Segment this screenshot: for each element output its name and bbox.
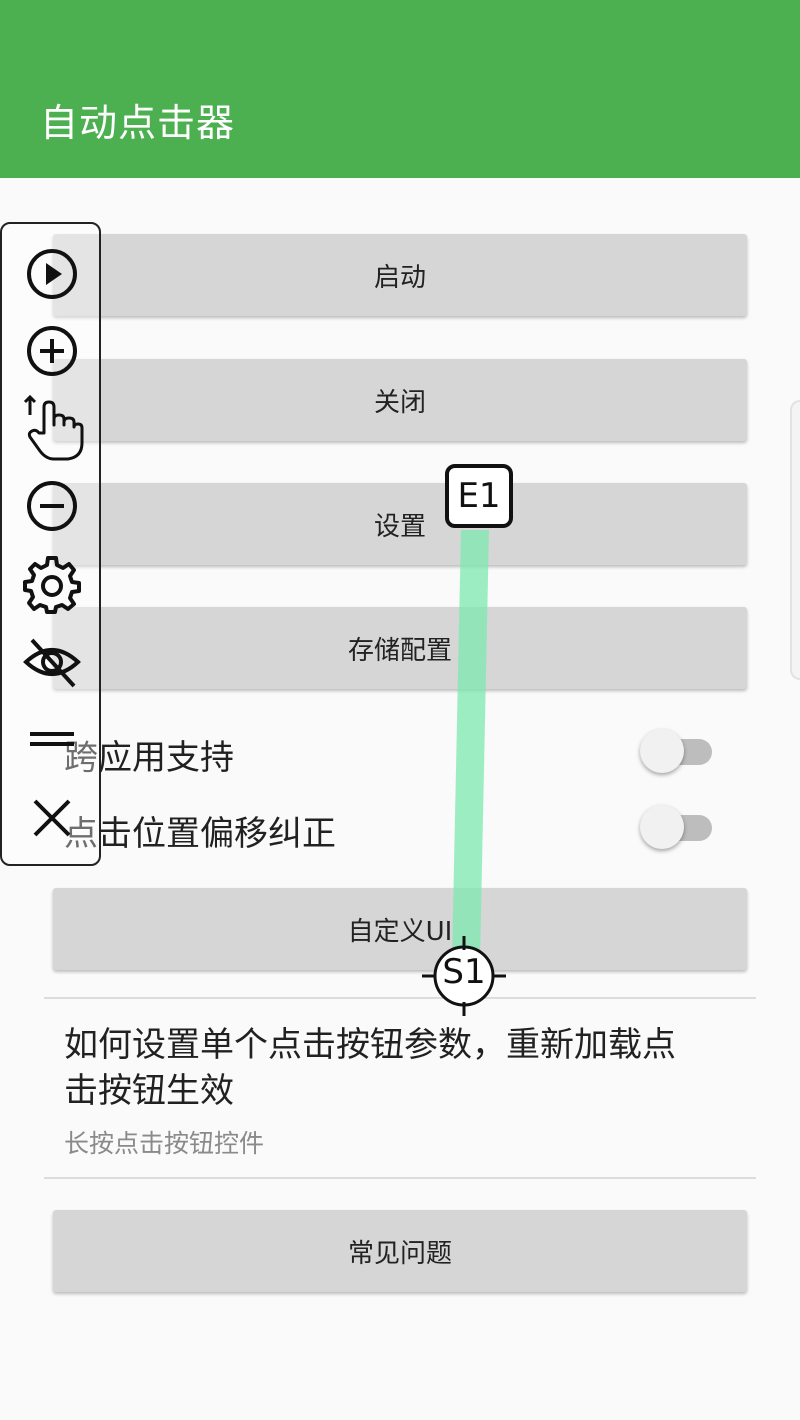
edge-panel-handle[interactable] — [790, 400, 800, 680]
cross-app-support-switch[interactable] — [640, 727, 714, 773]
divider — [44, 997, 756, 999]
floating-toolbar — [0, 222, 101, 866]
offset-correction-label: 点击位置偏移纠正 — [64, 814, 336, 854]
app-bar: 自动点击器 — [0, 0, 800, 178]
add-icon[interactable] — [20, 319, 84, 383]
faq-button[interactable]: 常见问题 — [53, 1210, 747, 1292]
swipe-end-marker[interactable]: E1 — [445, 464, 513, 528]
drag-handle-icon[interactable] — [20, 708, 84, 772]
offset-correction-switch[interactable] — [640, 803, 714, 849]
swipe-path — [452, 530, 489, 960]
close-button[interactable]: 关闭 — [53, 359, 747, 441]
remove-icon[interactable] — [20, 474, 84, 538]
save-config-button[interactable]: 存储配置 — [53, 607, 747, 689]
play-icon[interactable] — [20, 242, 84, 306]
custom-ui-button[interactable]: 自定义UI — [53, 888, 747, 970]
eye-off-icon[interactable] — [20, 630, 84, 694]
switch-thumb — [640, 805, 684, 849]
app-title: 自动点击器 — [40, 101, 236, 145]
swipe-hand-icon[interactable] — [20, 394, 84, 461]
start-button[interactable]: 启动 — [53, 234, 747, 316]
help-subtitle: 长按点击按钮控件 — [64, 1129, 265, 1158]
swipe-start-label: S1 — [442, 952, 486, 992]
gear-icon[interactable] — [20, 553, 84, 617]
switch-thumb — [640, 729, 684, 773]
help-title[interactable]: 如何设置单个点击按钮参数，重新加载点击按钮生效 — [64, 1022, 704, 1114]
swipe-start-marker[interactable]: S1 — [418, 930, 510, 1022]
divider — [44, 1177, 756, 1179]
close-icon[interactable] — [20, 786, 84, 850]
settings-button[interactable]: 设置 — [53, 483, 747, 565]
